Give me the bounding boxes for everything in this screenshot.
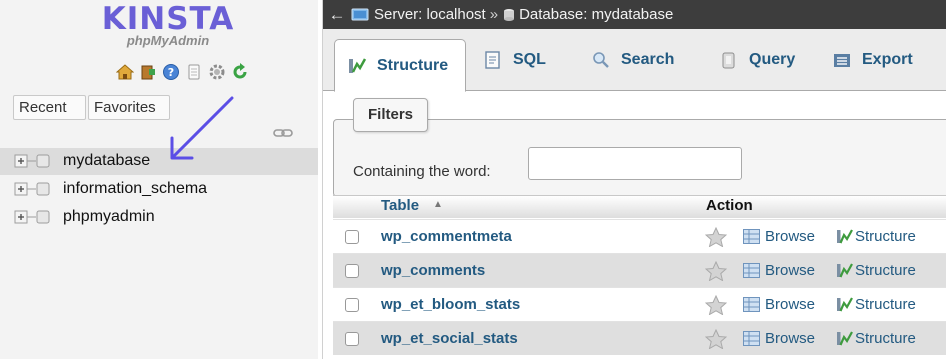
table-row[interactable]: wp_et_social_stats Browse Structure (333, 321, 946, 355)
tab-sql[interactable]: SQL (471, 39, 571, 81)
structure-icon[interactable] (836, 228, 853, 245)
phpmyadmin-subtitle: phpMyAdmin (126, 33, 210, 48)
table-row[interactable]: wp_et_bloom_stats Browse Structure (333, 287, 946, 321)
back-arrow-icon[interactable]: ← (323, 5, 351, 25)
export-icon (834, 54, 850, 67)
database-name[interactable]: information_schema (63, 180, 207, 198)
breadcrumb: ← Server: localhost » Database: mydataba… (323, 0, 946, 29)
database-item-phpmyadmin[interactable]: phpmyadmin (14, 204, 155, 230)
structure-icon[interactable] (836, 296, 853, 313)
filter-label: Containing the word: (353, 163, 491, 180)
favorite-star-icon[interactable] (705, 329, 727, 349)
tab-search-label[interactable]: Search (621, 51, 674, 69)
breadcrumb-separator: » (489, 6, 499, 23)
recent-tab[interactable]: Recent (13, 95, 86, 120)
tab-export[interactable]: Export (820, 39, 935, 81)
structure-icon[interactable] (836, 330, 853, 347)
database-icon (504, 8, 515, 21)
expand-tree-icon[interactable] (14, 152, 62, 170)
database-name[interactable]: phpmyadmin (63, 208, 155, 226)
structure-link[interactable]: Structure (855, 330, 916, 347)
settings-icon[interactable] (208, 63, 226, 81)
database-item-information-schema[interactable]: information_schema (14, 176, 207, 202)
row-checkbox[interactable] (345, 332, 359, 346)
breadcrumb-server-label[interactable]: Server: localhost (374, 6, 486, 23)
database-name[interactable]: mydatabase (63, 152, 150, 170)
help-icon[interactable]: ? (162, 63, 180, 81)
database-item-mydatabase[interactable]: mydatabase (14, 148, 150, 174)
tab-structure-label[interactable]: Structure (377, 57, 448, 75)
table-row[interactable]: wp_comments Browse Structure (333, 253, 946, 287)
table-name-link[interactable]: wp_et_bloom_stats (381, 296, 520, 313)
favorite-star-icon[interactable] (705, 295, 727, 315)
breadcrumb-database-label[interactable]: Database: mydatabase (519, 6, 673, 23)
expand-tree-icon[interactable] (14, 180, 62, 198)
expand-tree-icon[interactable] (14, 208, 62, 226)
tab-structure[interactable]: Structure (334, 39, 466, 92)
structure-icon (349, 57, 367, 73)
table-name-link[interactable]: wp_commentmeta (381, 228, 512, 245)
row-checkbox[interactable] (345, 264, 359, 278)
link-icon[interactable] (273, 128, 293, 138)
browse-link[interactable]: Browse (765, 330, 815, 347)
main-panel: ← Server: localhost » Database: mydataba… (322, 0, 946, 359)
sql-icon (485, 51, 500, 69)
main-tabs: Structure SQL Search Query Export (323, 29, 946, 92)
annotation-arrow (170, 96, 234, 160)
table-header: Table ▲ Action (333, 195, 946, 218)
structure-link[interactable]: Structure (855, 262, 916, 279)
sort-ascending-icon[interactable]: ▲ (433, 199, 443, 210)
tab-export-label[interactable]: Export (862, 51, 913, 69)
action-column-header: Action (706, 197, 753, 214)
query-icon (722, 52, 735, 69)
home-icon[interactable] (116, 63, 134, 81)
navigation-panel: KINSTA phpMyAdmin ? Recent Favorites myd… (0, 0, 318, 359)
favorites-tab[interactable]: Favorites (88, 95, 170, 120)
breadcrumb-database[interactable]: Database: mydatabase (502, 6, 673, 23)
browse-icon[interactable] (743, 297, 760, 312)
table-row[interactable]: wp_commentmeta Browse Structure (333, 219, 946, 253)
structure-icon[interactable] (836, 262, 853, 279)
table-column-header[interactable]: Table (381, 197, 419, 214)
row-checkbox[interactable] (345, 230, 359, 244)
browse-icon[interactable] (743, 229, 760, 244)
tab-search[interactable]: Search (579, 39, 699, 81)
browse-icon[interactable] (743, 331, 760, 346)
kinsta-logo[interactable]: KINSTA (88, 2, 248, 36)
reload-icon[interactable] (231, 63, 249, 81)
svg-text:?: ? (168, 66, 174, 79)
structure-link[interactable]: Structure (855, 296, 916, 313)
breadcrumb-server[interactable]: Server: localhost (351, 6, 486, 23)
structure-link[interactable]: Structure (855, 228, 916, 245)
table-name-link[interactable]: wp_comments (381, 262, 485, 279)
browse-link[interactable]: Browse (765, 262, 815, 279)
favorite-star-icon[interactable] (705, 261, 727, 281)
tab-sql-label[interactable]: SQL (513, 51, 546, 69)
filter-input[interactable] (528, 147, 742, 180)
exit-icon[interactable] (139, 63, 157, 81)
favorite-star-icon[interactable] (705, 227, 727, 247)
server-icon (351, 8, 369, 20)
docs-icon[interactable] (185, 63, 203, 81)
browse-icon[interactable] (743, 263, 760, 278)
tab-query[interactable]: Query (707, 39, 817, 81)
browse-link[interactable]: Browse (765, 228, 815, 245)
browse-link[interactable]: Browse (765, 296, 815, 313)
filters-legend: Filters (353, 98, 429, 132)
table-name-link[interactable]: wp_et_social_stats (381, 330, 518, 347)
quick-icons-bar: ? (116, 62, 249, 82)
tab-query-label[interactable]: Query (749, 51, 795, 69)
search-icon (593, 52, 609, 68)
row-checkbox[interactable] (345, 298, 359, 312)
